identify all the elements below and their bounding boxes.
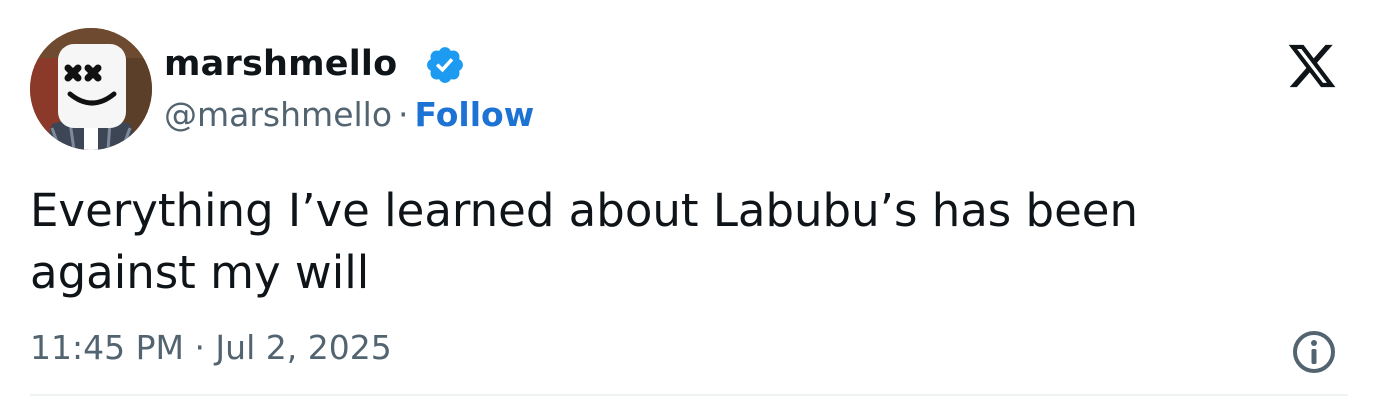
info-icon[interactable] — [1290, 328, 1338, 376]
verified-badge-icon — [427, 47, 463, 83]
handle-row: @marshmello · Follow — [164, 92, 534, 138]
tweet-text: Everything I’ve learned about Labubu’s h… — [30, 184, 1138, 299]
avatar[interactable] — [30, 28, 152, 150]
divider — [30, 394, 1348, 396]
user-handle[interactable]: @marshmello — [164, 95, 392, 134]
tweet-card: marshmello @marshmello · Follow Everything… — [0, 0, 1378, 400]
marshmello-helmet-avatar-icon — [30, 28, 152, 150]
tweet-timestamp[interactable]: 11:45 PM · Jul 2, 2025 — [30, 324, 392, 372]
follow-button[interactable]: Follow — [415, 95, 535, 134]
display-name[interactable]: marshmello — [164, 38, 397, 90]
separator-dot: · — [398, 95, 409, 134]
x-logo-icon[interactable] — [1282, 40, 1342, 92]
